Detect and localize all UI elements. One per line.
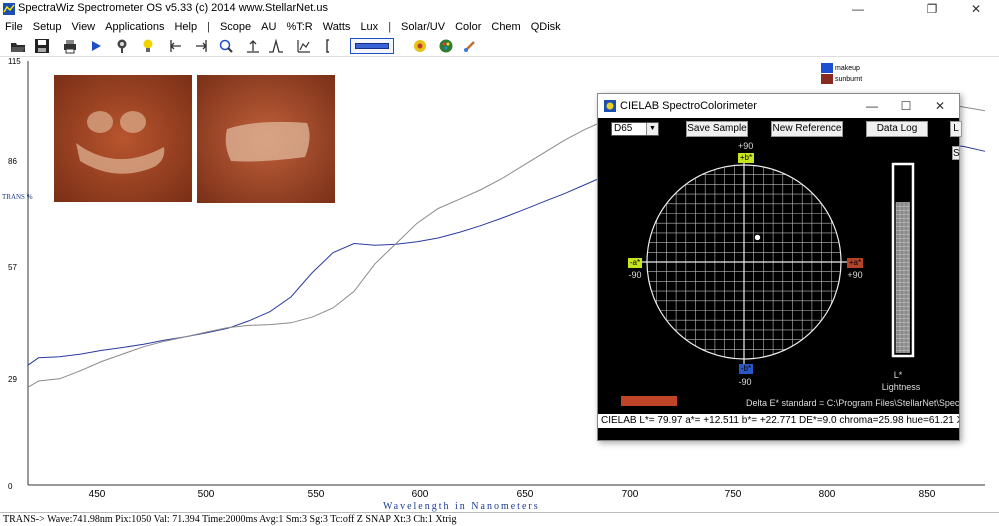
b-minus-label: -b* [739,364,753,374]
menu-item-scope[interactable]: Scope [215,21,256,33]
legend-item-makeup: makeup [821,63,860,73]
save-sample-button[interactable]: Save Sample [686,121,748,137]
title-bar: SpectraWiz Spectrometer OS v5.33 (c) 201… [0,0,999,18]
bracket-icon[interactable] [323,38,339,54]
x-tick-label: 450 [88,489,106,500]
cursor-right-icon[interactable] [193,38,209,54]
a-plus-value: +90 [847,270,863,280]
save-icon[interactable] [34,38,50,54]
lightness-label: Lightness [881,382,921,392]
toolbar [0,35,999,57]
window-title: SpectraWiz Spectrometer OS v5.33 (c) 201… [18,2,328,14]
legend-label: makeup [835,64,860,72]
menu-item-applications[interactable]: Applications [100,21,169,33]
a-plus-label: +a* [847,258,863,268]
menu-item-chem[interactable]: Chem [486,21,525,33]
menu-item-lux[interactable]: Lux [355,21,383,33]
x-tick-label: 800 [818,489,836,500]
b-plus-value: +90 [738,141,754,151]
menu-item-help[interactable]: Help [169,21,202,33]
menu-separator: | [388,20,392,33]
cielab-app-icon [604,100,616,112]
menu-item-watts[interactable]: Watts [318,21,356,33]
illuminant-select[interactable]: D65 ▼ [611,122,659,136]
extra-button[interactable]: L [950,121,962,137]
lightness-letter: L* [893,370,903,380]
y-tick-label: 57 [8,263,17,272]
delta-e-standard-text: Delta E* standard = C:\Program Files\Ste… [746,398,959,408]
y-tick-label: 29 [8,375,17,384]
y-tick-label: 115 [8,57,21,66]
x-tick-label: 650 [516,489,534,500]
b-minus-value: -90 [738,377,752,387]
area-icon[interactable] [296,38,312,54]
x-tick-label: 500 [197,489,215,500]
cielab-maximize-button[interactable]: ☐ [889,94,923,118]
play-icon[interactable] [88,38,104,54]
palette-icon[interactable] [438,38,454,54]
menu-item-view[interactable]: View [66,21,100,33]
legend-swatch [821,63,833,73]
chevron-down-icon: ▼ [646,123,658,135]
open-icon[interactable] [10,38,26,54]
menu-separator: | [207,20,210,33]
cielab-title: CIELAB SpectroColorimeter [620,100,757,112]
sample-color-swatch [621,396,677,406]
cielab-readout: CIELAB L*= 79.97 a*= +12.511 b*= +22.771… [598,414,959,428]
menu-item-au[interactable]: AU [256,21,281,33]
cursor-left-icon[interactable] [168,38,184,54]
legend-label: sunburnt [835,75,863,83]
zoom-icon[interactable] [218,38,234,54]
close-button[interactable]: ✕ [953,0,999,18]
menu-item-setup[interactable]: Setup [28,21,67,33]
cielab-window: CIELAB SpectroColorimeter — ☐ ✕ D65 ▼ Sa… [597,93,962,441]
menu-item-solar-uv[interactable]: Solar/UV [396,21,450,33]
status-bar: TRANS-> Wave:741.98nm Pix:1050 Val: 71.3… [0,512,999,526]
spectrawiz-app: SpectraWiz Spectrometer OS v5.33 (c) 201… [0,0,999,526]
menu-item-qdisk[interactable]: QDisk [526,21,566,33]
print-icon[interactable] [62,38,78,54]
sample-point-marker [753,233,762,242]
brush-icon[interactable] [462,38,478,54]
maximize-button[interactable]: ❐ [909,0,955,18]
x-tick-label: 600 [411,489,429,500]
data-log-button[interactable]: Data Log [866,121,928,137]
y-tick-label: 0 [8,482,13,491]
y-axis-label: TRANS % [2,193,33,201]
app-icon [3,3,15,15]
minimize-button[interactable]: — [835,0,881,18]
menu-bar: File Setup View Applications Help | Scope AU %T:… [0,18,999,35]
new-reference-button[interactable]: New Reference [771,121,843,137]
x-tick-label: 750 [724,489,742,500]
x-axis-label: Wavelength in Nanometers [383,501,540,512]
legend-swatch [821,74,833,84]
menu-item--t-r[interactable]: %T:R [281,21,317,33]
sunburnt-photo [197,75,335,203]
cielab-close-button[interactable]: ✕ [923,94,957,118]
y-tick-label: 86 [8,157,17,166]
illuminant-value: D65 [614,123,633,134]
bulb-icon[interactable] [140,38,156,54]
a-minus-label: -a* [628,258,642,268]
legend-item-sunburnt: sunburnt [821,74,862,84]
x-tick-label: 700 [621,489,639,500]
x-tick-label: 850 [918,489,936,500]
lightness-bar-fill [895,202,910,353]
cielab-title-bar: CIELAB SpectroColorimeter — ☐ ✕ [598,94,959,118]
x-tick-label: 550 [307,489,325,500]
scale-up-icon[interactable] [245,38,261,54]
b-plus-label: +b* [738,153,754,163]
makeup-photo [54,75,192,202]
scope-mode-icon[interactable] [350,38,394,54]
probe-icon[interactable] [114,38,130,54]
color-wheel-icon[interactable] [412,38,428,54]
a-minus-value: -90 [628,270,642,280]
menu-item-file[interactable]: File [0,21,28,33]
menu-item-color[interactable]: Color [450,21,486,33]
cielab-minimize-button[interactable]: — [855,94,889,118]
peak-icon[interactable] [268,38,284,54]
